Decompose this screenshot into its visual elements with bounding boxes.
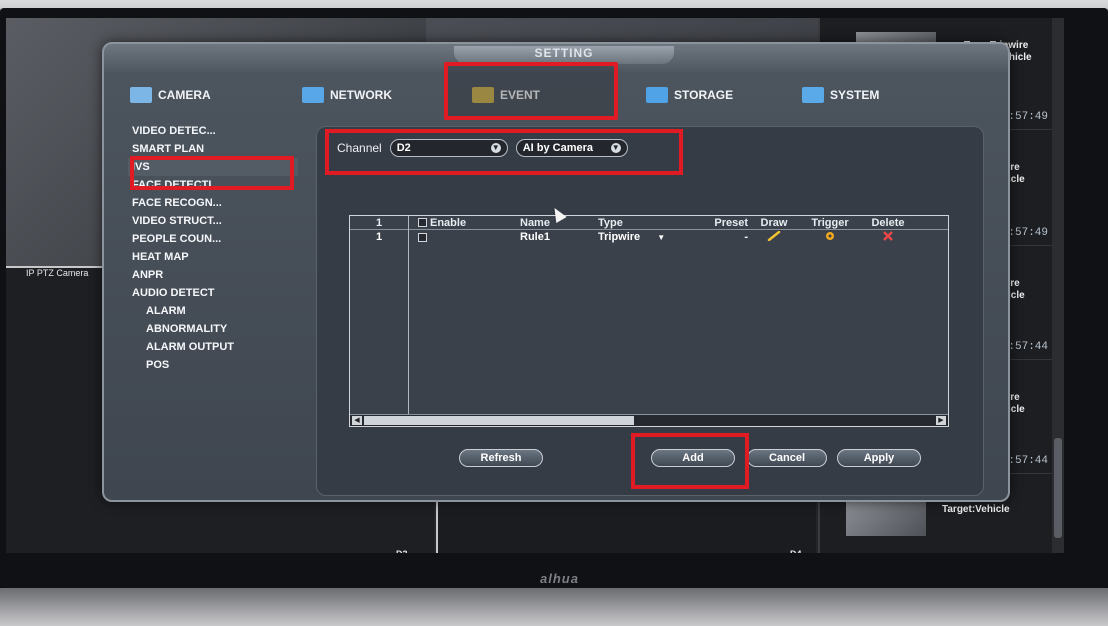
header-trigger: Trigger xyxy=(811,216,849,229)
photo-stage: IP PTZ Camera D3 D4 Type:Tripwire Target… xyxy=(0,0,1108,626)
menu-item-people-counting[interactable]: PEOPLE COUN... xyxy=(128,230,298,248)
menu-item-video-structure[interactable]: VIDEO STRUCT... xyxy=(128,212,298,230)
row-draw[interactable] xyxy=(748,230,800,244)
event-tab-highlight-box xyxy=(444,62,618,120)
monitor-brand-logo: alhua xyxy=(540,571,579,586)
tab-network-label: NETWORK xyxy=(330,88,392,102)
table-header: 1 Enable Name Type Preset Draw Trigger D… xyxy=(350,216,948,230)
network-icon xyxy=(302,87,324,103)
row-number: 1 xyxy=(375,231,383,243)
header-number: 1 xyxy=(375,216,383,229)
row-type[interactable]: Tripwire ▼ xyxy=(598,231,678,243)
delete-icon[interactable] xyxy=(883,230,893,241)
system-icon xyxy=(802,87,824,103)
gear-icon[interactable] xyxy=(824,230,836,242)
menu-item-pos[interactable]: POS xyxy=(128,356,298,374)
monitor-screen: IP PTZ Camera D3 D4 Type:Tripwire Target… xyxy=(6,18,1064,553)
ivs-config-panel: Channel D2 ▼ AI by Camera ▼ 1 Enable Nam… xyxy=(316,126,984,496)
camera-icon xyxy=(130,87,152,103)
row-delete[interactable] xyxy=(860,230,916,244)
table-row[interactable]: 1 Rule1 Tripwire ▼ - xyxy=(350,230,948,244)
menu-item-anpr[interactable]: ANPR xyxy=(128,266,298,284)
header-delete: Delete xyxy=(871,216,905,229)
channel-d3-label: D3 xyxy=(396,549,408,553)
scroll-right-arrow-icon[interactable]: ▶ xyxy=(936,416,946,425)
table-horizontal-scrollbar[interactable]: ◀ ▶ xyxy=(350,414,948,426)
pencil-icon[interactable] xyxy=(767,230,781,241)
event-thumbnail xyxy=(846,496,926,536)
table-scroll-thumb[interactable] xyxy=(364,416,634,425)
checkbox-icon[interactable] xyxy=(418,218,427,228)
header-enable-label: Enable xyxy=(430,216,467,229)
add-button-highlight-box xyxy=(631,433,749,489)
tab-system-label: SYSTEM xyxy=(830,88,880,102)
event-target: Target:Vehicle xyxy=(942,504,1010,515)
tab-network[interactable]: NETWORK xyxy=(302,80,392,110)
tab-system[interactable]: SYSTEM xyxy=(802,80,879,110)
header-type: Type xyxy=(598,216,623,229)
tab-storage-label: STORAGE xyxy=(674,88,734,102)
header-enable[interactable]: Enable xyxy=(408,217,520,229)
event-list-scrollbar[interactable] xyxy=(1052,18,1064,553)
refresh-button[interactable]: Refresh xyxy=(459,449,543,467)
setting-dialog: SETTING CAMERA NETWORK EVENT STORAGE SYS… xyxy=(102,42,1010,502)
storage-icon xyxy=(646,87,668,103)
row-type-value: Tripwire xyxy=(598,231,641,243)
channel-highlight-box xyxy=(325,129,683,175)
monitor-bezel: IP PTZ Camera D3 D4 Type:Tripwire Target… xyxy=(0,8,1108,588)
rule-table: 1 Enable Name Type Preset Draw Trigger D… xyxy=(349,215,949,427)
tab-camera-label: CAMERA xyxy=(158,88,211,102)
row-enable[interactable] xyxy=(408,231,520,243)
checkbox-icon[interactable] xyxy=(418,232,427,242)
scroll-left-arrow-icon[interactable]: ◀ xyxy=(352,416,362,425)
row-name[interactable]: Rule1 xyxy=(520,231,598,243)
tab-camera[interactable]: CAMERA xyxy=(130,80,211,110)
tab-storage[interactable]: STORAGE xyxy=(646,80,733,110)
menu-item-abnormality[interactable]: ABNORMALITY xyxy=(128,320,298,338)
header-draw: Draw xyxy=(760,216,788,229)
apply-button[interactable]: Apply xyxy=(837,449,921,467)
menu-item-face-recognition[interactable]: FACE RECOGN... xyxy=(128,194,298,212)
menu-item-heat-map[interactable]: HEAT MAP xyxy=(128,248,298,266)
chevron-down-icon: ▼ xyxy=(657,233,666,242)
ivs-highlight-box xyxy=(130,156,294,190)
menu-item-alarm-output[interactable]: ALARM OUTPUT xyxy=(128,338,298,356)
row-preset: - xyxy=(744,231,748,243)
ptz-camera-label: IP PTZ Camera xyxy=(26,268,89,278)
menu-item-audio-detect[interactable]: AUDIO DETECT xyxy=(128,284,298,302)
header-preset: Preset xyxy=(714,216,748,229)
channel-d4-label: D4 xyxy=(790,549,802,553)
menu-item-video-detect[interactable]: VIDEO DETEC... xyxy=(128,122,298,140)
row-trigger[interactable] xyxy=(800,230,860,245)
menu-item-alarm[interactable]: ALARM xyxy=(128,302,298,320)
cancel-button[interactable]: Cancel xyxy=(747,449,827,467)
event-list-scroll-thumb[interactable] xyxy=(1054,438,1062,538)
desk-background xyxy=(0,588,1108,626)
table-column-divider xyxy=(408,216,409,414)
